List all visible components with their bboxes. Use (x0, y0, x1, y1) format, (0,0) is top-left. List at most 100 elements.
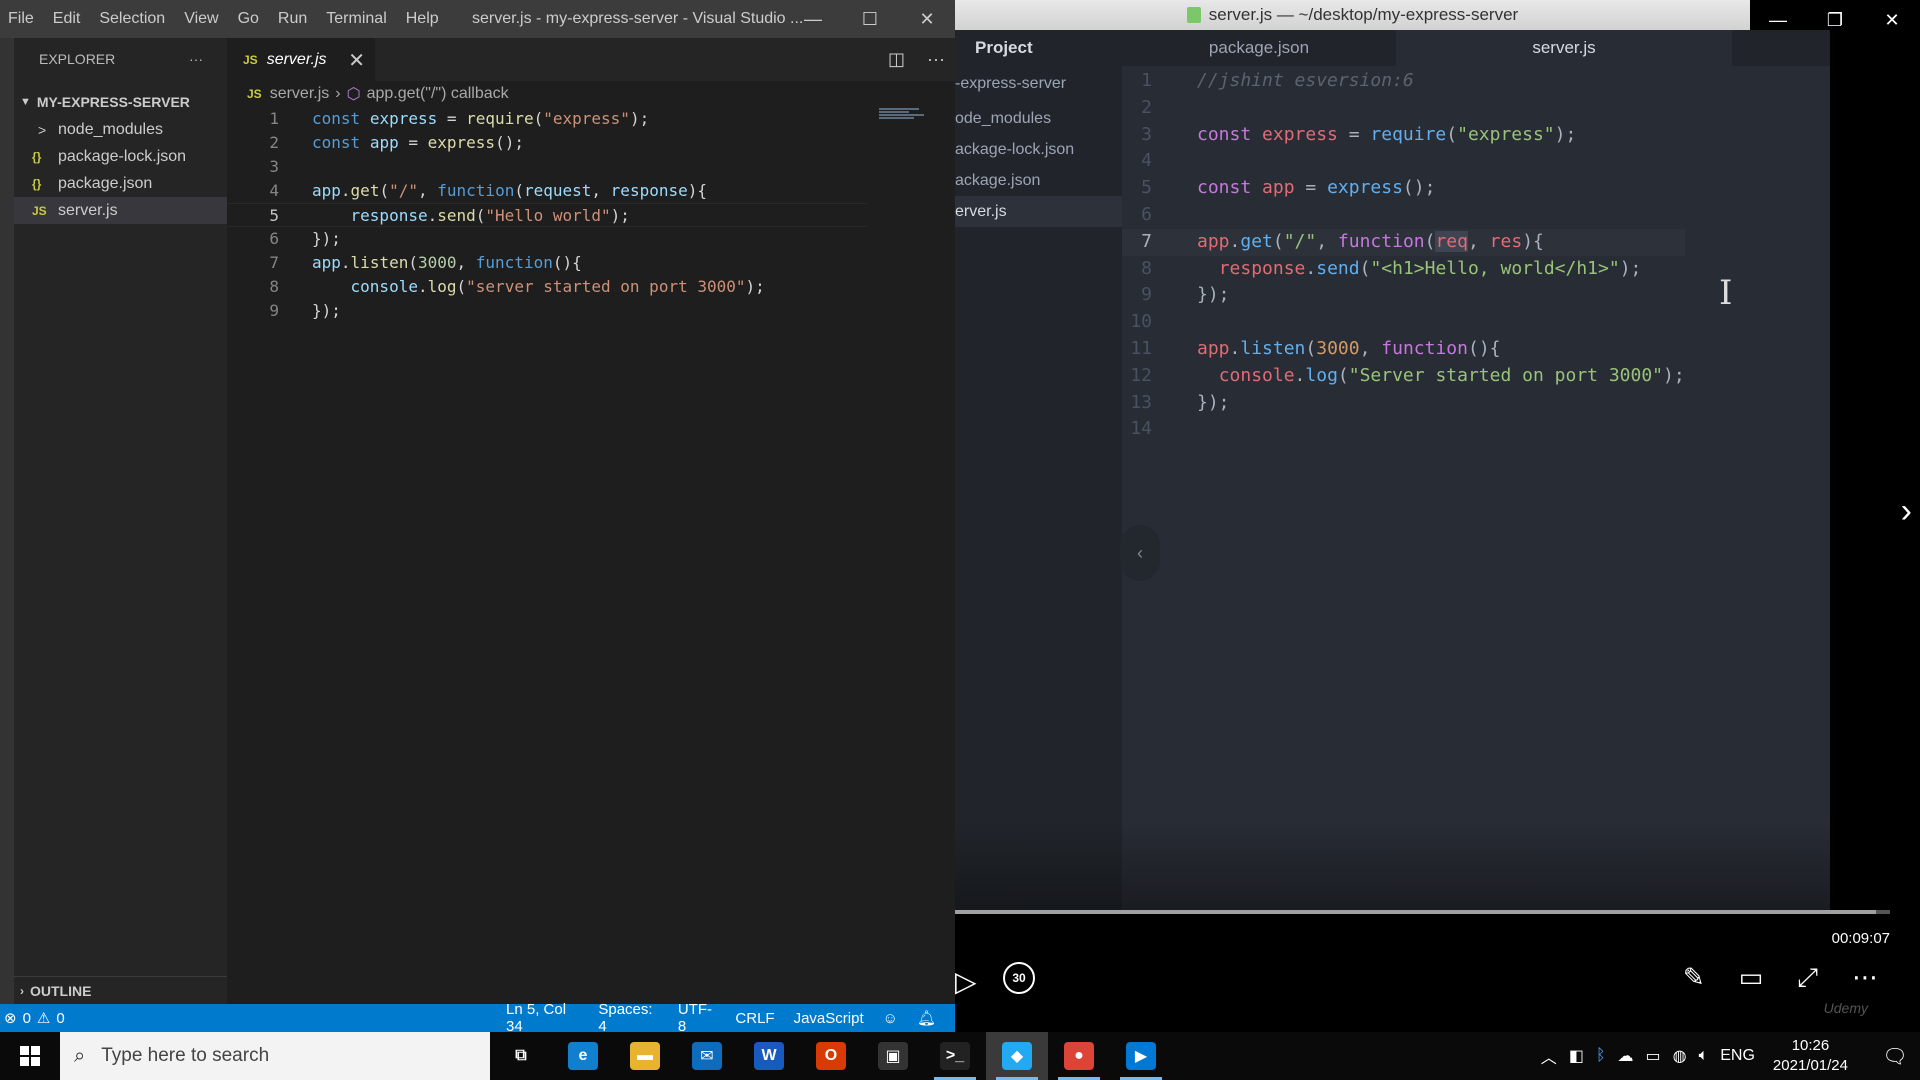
tree-item-package-lock[interactable]: {} package-lock.json (14, 143, 227, 170)
menu-edit[interactable]: Edit (53, 10, 92, 28)
cursor-position[interactable]: Ln 5, Col 34 (506, 1001, 579, 1032)
encoding[interactable]: UTF-8 (678, 1001, 717, 1032)
video-tabs: package.json server.js (1122, 30, 1830, 66)
taskbar-app-office[interactable]: O (800, 1032, 862, 1080)
menu-run[interactable]: Run (278, 10, 318, 28)
miniplayer-icon[interactable]: ▭ (1739, 962, 1764, 994)
video-line-number: 10 (1130, 311, 1152, 333)
tab-server-js[interactable]: JS server.js ✕ (227, 38, 375, 81)
chevron-right-icon: › (20, 983, 24, 998)
video-code-line: 12 console.log("Server started on port 3… (1122, 363, 1684, 390)
taskbar-app-word[interactable]: W (738, 1032, 800, 1080)
folder-header[interactable]: ▼ MY-EXPRESS-SERVER (14, 88, 227, 116)
bell-icon[interactable]: 🔔︎ (917, 1009, 936, 1027)
taskbar-app-task-view[interactable]: ⧉ (490, 1032, 552, 1080)
code-line[interactable]: 8 console.log("server started on port 30… (227, 275, 867, 299)
code-line[interactable]: 9}); (227, 299, 867, 323)
collapse-sidebar-button[interactable]: ‹ (1120, 525, 1160, 581)
tree-item-node-modules[interactable]: > node_modules (14, 116, 227, 143)
notification-icon[interactable]: 🗨︎ (1870, 1044, 1920, 1069)
tree-item-package-json[interactable]: {} package.json (14, 170, 227, 197)
play-button[interactable]: ▷ (955, 965, 977, 998)
edge-icon: e (568, 1042, 598, 1070)
taskbar-search[interactable]: ⌕ Type here to search (60, 1032, 490, 1080)
search-placeholder: Type here to search (101, 1045, 270, 1066)
taskbar-app-mail[interactable]: ✉ (676, 1032, 738, 1080)
status-bar: ⊗ 0 ⚠ 0 Ln 5, Col 34 Spaces: 4 UTF-8 CRL… (0, 1001, 955, 1032)
fullscreen-icon[interactable]: ⤢ (1797, 962, 1818, 994)
mail-icon: ✉ (692, 1042, 722, 1070)
player-close-button[interactable]: ✕ (1864, 0, 1920, 40)
progress-bar[interactable] (955, 910, 1890, 914)
end-of-line[interactable]: CRLF (735, 1010, 774, 1027)
line-number: 2 (269, 133, 279, 152)
breadcrumb-file[interactable]: server.js (270, 85, 330, 103)
code-line[interactable]: 6}); (227, 227, 867, 251)
json-file-icon: {} (32, 149, 42, 164)
taskbar-app-store[interactable]: ▣ (862, 1032, 924, 1080)
video-code-text (1152, 95, 1208, 122)
taskbar-app-chrome[interactable]: ● (1048, 1032, 1110, 1080)
tree-item-server-js[interactable]: JS server.js (14, 197, 227, 224)
outline-header[interactable]: › OUTLINE (14, 976, 227, 1004)
bluetooth-icon[interactable]: ᛒ (1596, 1047, 1606, 1065)
battery-icon[interactable]: ▭ (1646, 1046, 1661, 1066)
office-icon: O (816, 1042, 846, 1070)
video-code-text (1152, 416, 1208, 443)
menu-go[interactable]: Go (238, 10, 270, 28)
code-line[interactable]: 7 app.listen(3000, function(){ (227, 251, 867, 275)
camera-icon[interactable]: ◧ (1569, 1046, 1584, 1066)
skip-forward-button[interactable]: 30 (1003, 962, 1035, 994)
close-tab-icon[interactable]: ✕ (348, 48, 365, 73)
vscode-icon: ◆ (1002, 1042, 1032, 1070)
code-line[interactable]: 1 const express = require("express"); (227, 107, 867, 131)
taskbar-app-terminal[interactable]: >_ (924, 1032, 986, 1080)
taskbar-app-edge[interactable]: e (552, 1032, 614, 1080)
taskbar-app-movies[interactable]: ▶ (1110, 1032, 1172, 1080)
menu-help[interactable]: Help (406, 10, 450, 28)
code-line[interactable]: 4 app.get("/", function(request, response… (227, 179, 867, 203)
minimize-button[interactable]: — (785, 0, 841, 38)
indentation[interactable]: Spaces: 4 (598, 1001, 659, 1032)
feedback-icon[interactable]: ☺ (883, 1010, 898, 1027)
player-tools: ✎ ▭ ⤢ ⋯ (1683, 962, 1878, 994)
code-text: }); (312, 301, 341, 320)
volume-icon[interactable]: 🔈︎ (1699, 1047, 1709, 1065)
video-code-text (1152, 148, 1208, 175)
maximize-button[interactable]: ☐ (842, 0, 898, 38)
taskbar-app-file-explorer[interactable]: ▬ (614, 1032, 676, 1080)
video-code-line: 5 const app = express(); (1122, 175, 1685, 202)
video-code-text (1152, 202, 1208, 229)
cloud-icon[interactable]: ☁ (1618, 1046, 1634, 1066)
json-file-icon: {} (32, 176, 42, 191)
clock[interactable]: 10:26 2021/01/24 (1773, 1036, 1848, 1076)
video-code-line: 4 (1122, 148, 1685, 175)
taskbar-app-vscode[interactable]: ◆ (986, 1032, 1048, 1080)
language-mode[interactable]: JavaScript (794, 1010, 864, 1027)
video-code-line: 8 response.send("<h1>Hello, world</h1>")… (1122, 256, 1685, 283)
language-indicator[interactable]: ENG (1720, 1047, 1755, 1065)
code-line[interactable]: 2 const app = express(); (227, 131, 867, 155)
menu-selection[interactable]: Selection (99, 10, 176, 28)
chevron-up-icon[interactable]: ︿ (1541, 1044, 1557, 1068)
menu-view[interactable]: View (184, 10, 229, 28)
breadcrumb-symbol[interactable]: app.get("/") callback (367, 85, 509, 103)
code-editor[interactable]: 1 const express = require("express"); 2 con… (227, 107, 867, 323)
search-icon: ⌕ (74, 1044, 86, 1067)
close-button[interactable]: ✕ (899, 0, 955, 38)
play-icon: ▷ (955, 966, 977, 997)
code-line[interactable]: 5 response.send("Hello world"); (227, 203, 867, 227)
start-button[interactable] (0, 1032, 60, 1080)
menu-terminal[interactable]: Terminal (326, 10, 397, 28)
split-editor-icon[interactable]: ◫ (888, 49, 905, 70)
more-options-icon[interactable]: ⋯ (1852, 962, 1878, 994)
problems-indicator[interactable]: ⊗ 0 ⚠ 0 (4, 1004, 65, 1032)
minimap[interactable] (879, 108, 939, 122)
network-icon[interactable]: ◍ (1673, 1046, 1687, 1066)
more-actions-icon[interactable]: ··· (189, 51, 203, 67)
next-lecture-button[interactable]: › (1901, 492, 1912, 531)
code-line[interactable]: 3 (227, 155, 867, 179)
menu-file[interactable]: File (8, 10, 45, 28)
more-actions-icon[interactable]: ··· (927, 49, 945, 70)
pencil-icon[interactable]: ✎ (1683, 962, 1705, 994)
